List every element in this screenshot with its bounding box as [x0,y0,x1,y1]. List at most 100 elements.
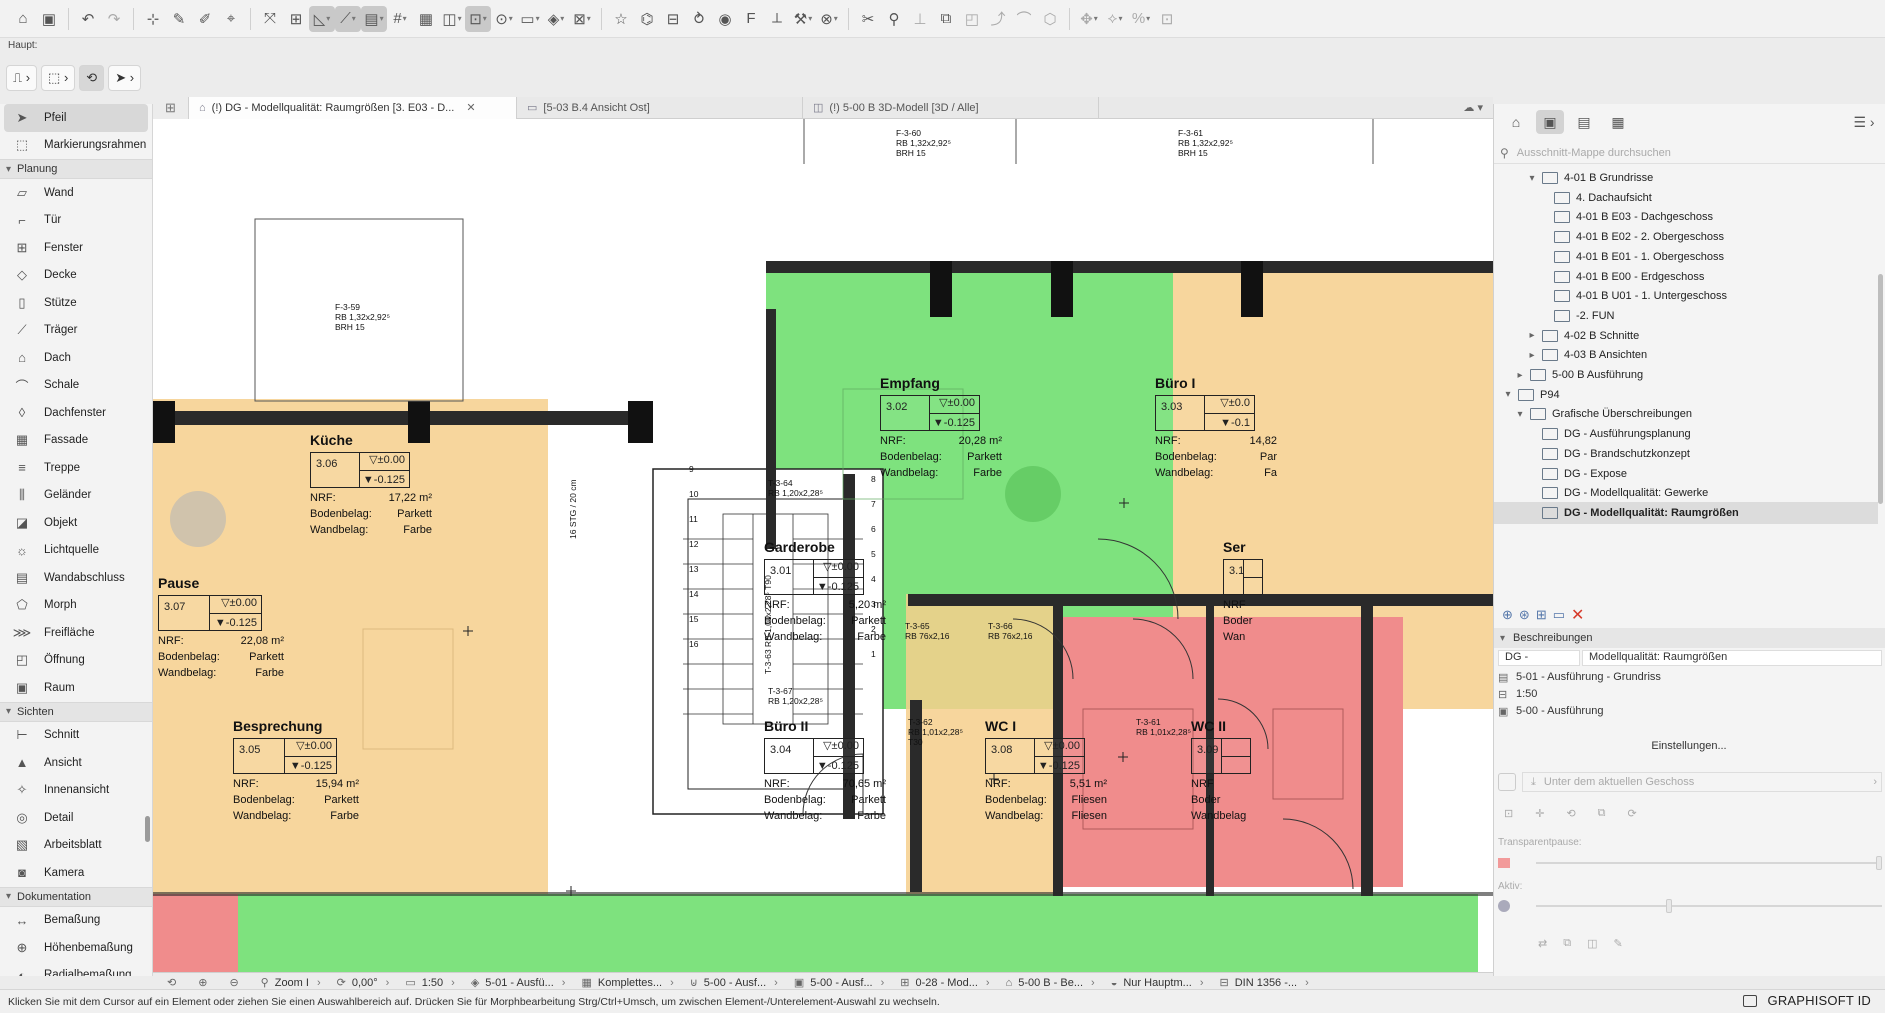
chevron-icon[interactable]: ▸ [1526,350,1538,361]
transparency-slider[interactable] [1536,856,1882,870]
offset-icon[interactable]: ⧉ [933,6,959,32]
navigator-folder[interactable]: ▸ 4-02 B Schnitte [1494,325,1878,347]
section-icon[interactable]: ⌬ [634,6,660,32]
graphisoft-id-link[interactable]: GRAPHISOFT ID [1768,993,1871,1008]
tool-camera[interactable]: ◙ Kamera [0,859,152,887]
toolbox-scrollbar[interactable] [145,816,150,842]
quick-option-model-view[interactable]: ⊍ 5-00 - Ausf... › [682,976,786,990]
favorite-icon[interactable]: ☆ [608,6,634,32]
door-label-t364[interactable]: T-3-64 RB 1,20x2,28⁵ [768,478,823,498]
slider-knob[interactable] [1876,856,1882,870]
tool-interior-elevation[interactable]: ✧ Innenansicht [0,777,152,805]
floor-plan-canvas[interactable]: F-3-59 RB 1,32x2,92⁵ BRH 15 F-3-60 RB 1,32x… [153,119,1493,972]
chevron-icon[interactable]: ▸ [1526,330,1538,341]
color-swatch-icon[interactable] [1498,858,1510,868]
refresh-icon[interactable]: ⟲ [79,65,105,91]
tool-marquee[interactable]: ⬚ Markierungsrahmen [0,132,152,160]
toolbox-group-planung[interactable]: Planung [0,159,152,179]
arrow-selection-button[interactable]: ➤ › [108,65,142,91]
mirror-icon[interactable]: ⬡ [1037,6,1063,32]
navigator-view-item[interactable]: 4-01 B E01 - 1. Obergeschoss [1494,246,1878,268]
tool-lamp[interactable]: ☼ Lichtquelle [0,537,152,565]
elevate-icon[interactable]: ✥ [1076,6,1102,32]
tool-curtain-wall[interactable]: ▦ Fassade [0,427,152,455]
quick-option-zoom-value[interactable]: ⚲ Zoom I › [253,976,329,990]
copy-icon[interactable]: ⧉ [1563,937,1571,950]
resize-icon[interactable]: ⟡ [1102,6,1128,32]
story-dropdown[interactable]: ⤓ Unter dem aktuellen Geschoss › [1522,772,1882,792]
navigator-view-item[interactable]: 4-01 B U01 - 1. Untergeschoss [1494,285,1878,307]
rotate-reference-icon[interactable]: ⟲ [1566,807,1575,820]
tool-mesh[interactable]: ⋙ Freifläche [0,619,152,647]
active-slider[interactable] [1536,899,1882,913]
pick-up-icon[interactable]: ⊹ [140,6,166,32]
tool-roof[interactable]: ⌂ Dach [0,344,152,372]
magic-wand-icon[interactable]: ⚒ [790,6,816,32]
navigator-folder[interactable]: ▾ P94 [1494,384,1878,406]
navigator-scrollbar[interactable] [1878,274,1883,504]
drag-icon[interactable]: ⤴ [985,6,1011,32]
new-view-icon[interactable]: ⊕ [1502,607,1513,623]
settings-button[interactable]: Einstellungen... [1494,737,1884,755]
trim-icon[interactable]: ✂ [855,6,881,32]
marquee-method-button[interactable]: ⬚ › [41,65,76,91]
tool-dimension[interactable]: ↔ Bemaßung [0,907,152,935]
quick-option-rotate[interactable]: ⟳ 0,00° › [329,976,398,990]
view-property-row[interactable]: ▣ 5-00 - Ausführung [1498,702,1603,720]
tool-beam[interactable]: ⟋ Träger [0,317,152,345]
grid-snap-icon[interactable]: # [387,6,413,32]
group-icon[interactable]: ⊙ [491,6,517,32]
view-property-row[interactable]: ⊟ 1:50 [1498,685,1537,703]
view-property-row[interactable]: ▤ 5-01 - Ausführung - Grundriss [1498,668,1661,686]
layer-combo-icon[interactable]: ▤ [361,5,387,32]
split-view-icon[interactable]: ◫ [1587,937,1597,950]
tool-column[interactable]: ▯ Stütze [0,289,152,317]
window-icon[interactable] [1743,995,1757,1007]
tool-level-dimension[interactable]: ⊕ Höhenbemaßung [0,934,152,962]
quick-option-structure[interactable]: ◒ Nur Hauptm... › [1103,977,1212,989]
swap-icon[interactable]: ⇄ [1538,937,1547,950]
tool-object[interactable]: ◪ Objekt [0,509,152,537]
home-icon[interactable]: ⌂ [10,6,36,32]
trace-icon[interactable] [1498,773,1516,791]
reset-icon[interactable]: ⟳ [1628,807,1637,820]
3d-walk-icon[interactable]: ⊠ [569,6,595,32]
quick-option-pen[interactable]: ▦ Komplettes... › [573,976,681,990]
toolbox-group-dokumentation[interactable]: Dokumentation [0,886,152,907]
view-icon[interactable]: ⊟ [660,6,686,32]
slider-knob[interactable] [1666,899,1672,913]
descriptions-section[interactable]: Beschreibungen [1494,628,1885,648]
quick-option-zoom-out[interactable]: ⊖ [221,976,252,989]
color-wheel-icon[interactable] [1498,900,1510,912]
tool-wall[interactable]: ▱ Wand [0,179,152,207]
window-label-f361[interactable]: F-3-61 RB 1,32x2,92⁵ BRH 15 [1178,128,1233,158]
delete-icon[interactable]: ✕ [1571,605,1584,625]
tool-stair[interactable]: ≡ Treppe [0,454,152,482]
tool-morph[interactable]: ⬠ Morph [0,592,152,620]
door-label-t366[interactable]: T-3-66 RB 76x2,16 [988,621,1032,641]
quick-option-scale[interactable]: ▭ 1:50 › [397,976,463,990]
multiply-icon[interactable]: ⊡ [1154,6,1180,32]
curve-icon[interactable]: ◰ [959,6,985,32]
tool-elevation-tool[interactable]: ▲ Ansicht [0,749,152,777]
tool-window[interactable]: ⊞ Fenster [0,234,152,262]
inject-icon[interactable]: ✐ [192,6,218,32]
navigator-view-item[interactable]: 4-01 B E03 - Dachgeschoss [1494,206,1878,228]
rename-icon[interactable]: F [738,6,764,32]
project-map-icon[interactable]: ⌂ [1502,110,1530,134]
tool-zone[interactable]: ▣ Raum [0,674,152,702]
navigator-folder[interactable]: ▸ 4-03 B Ansichten [1494,344,1878,366]
navigator-search[interactable]: ⚲ Ausschnitt-Mappe durchsuchen [1494,142,1885,164]
quick-option-override[interactable]: ⊞ 0-28 - Mod... › [892,976,997,990]
tab-overview-icon[interactable]: ⊞ [153,96,189,119]
layout-book-icon[interactable]: ▤ [1570,110,1598,134]
move-reference-icon[interactable]: ✛ [1535,807,1544,820]
save-icon[interactable]: ▣ [36,6,62,32]
paint-icon[interactable]: ⌖ [218,6,244,32]
window-label-f360[interactable]: F-3-60 RB 1,32x2,92⁵ BRH 15 [896,128,951,158]
tool-skylight[interactable]: ◊ Dachfenster [0,399,152,427]
tab-floorplan[interactable]: ⌂ (!) DG - Modellqualität: Raumgrößen [3… [189,96,517,119]
gravity-icon[interactable]: ▦ [413,6,439,32]
publisher-icon[interactable]: ▦ [1604,110,1632,134]
quick-option-undo-zoom[interactable]: ⟲ [159,976,190,989]
